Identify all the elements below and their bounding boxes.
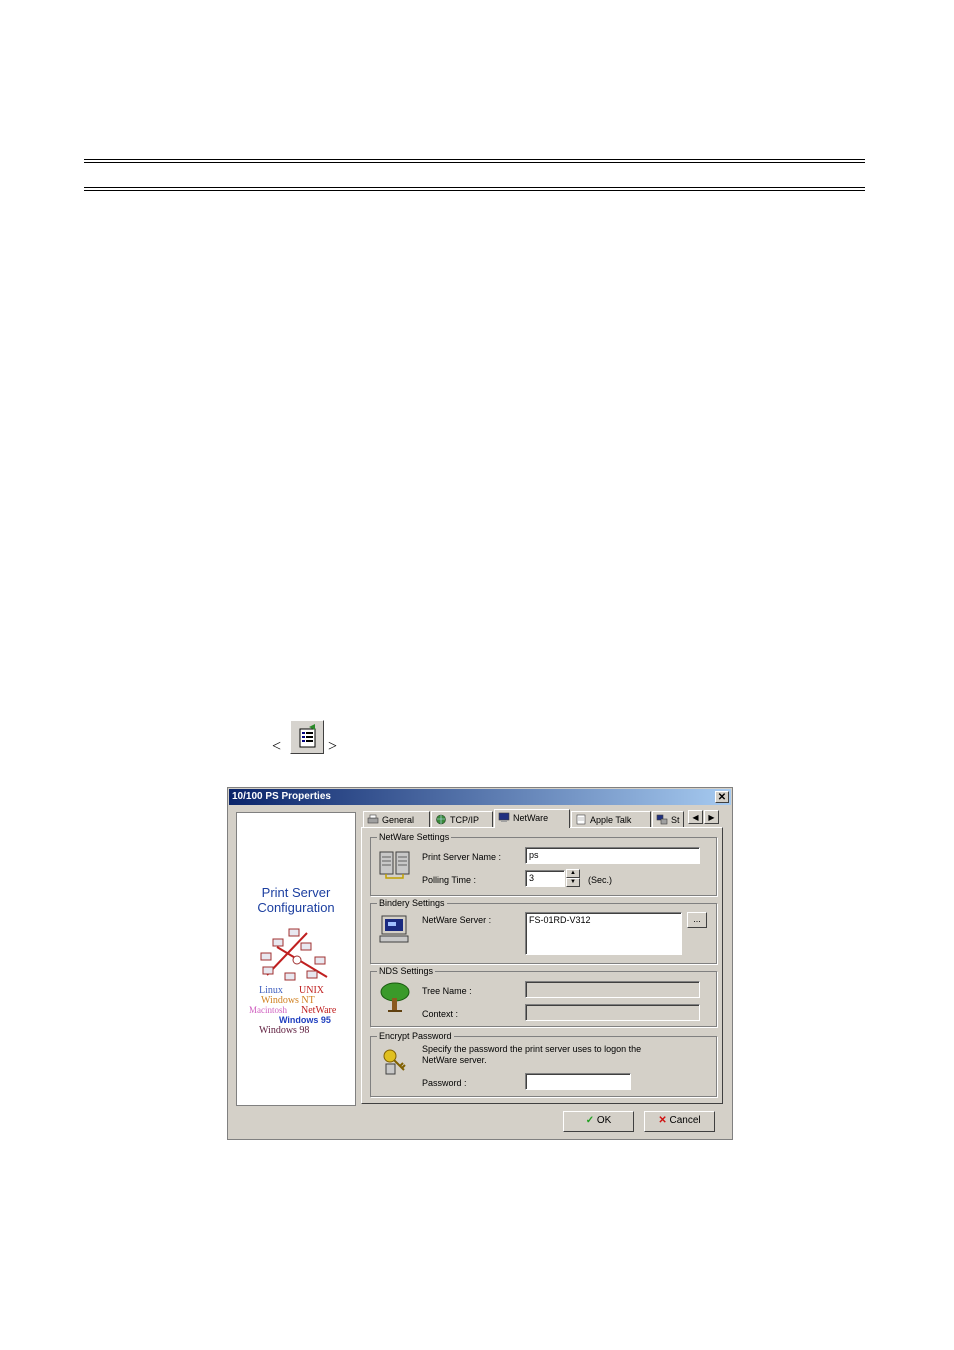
checkmark-icon: ✓ — [585, 1115, 595, 1126]
netware-server-list[interactable]: FS-01RD-V312 — [525, 912, 682, 955]
tree-icon — [380, 982, 410, 1012]
logo-panel: Print Server Configuration Linux UNIX Wi… — [236, 812, 356, 1106]
tab-general[interactable]: General — [363, 811, 430, 827]
cancel-x-icon: ✕ — [658, 1115, 667, 1126]
computer-icon — [498, 812, 510, 822]
polling-time-label: Polling Time : — [422, 875, 477, 885]
document-icon — [576, 814, 586, 825]
logo-title: Print Server Configuration — [257, 885, 335, 915]
context-input[interactable] — [525, 1004, 700, 1021]
tab-scroll-left-button[interactable]: ◀ — [688, 810, 703, 824]
tab-scroll-right-button[interactable]: ▶ — [704, 810, 719, 824]
printer-wrench-icon — [367, 814, 379, 824]
print-server-name-label: Print Server Name : — [422, 852, 502, 862]
properties-icon — [299, 724, 316, 748]
tab-tcpip[interactable]: TCP/IP — [431, 811, 493, 827]
close-icon: ✕ — [717, 792, 727, 803]
cancel-label: Cancel — [669, 1115, 701, 1126]
netware-settings-group: NetWare Settings Print Server Name : ps … — [370, 831, 717, 896]
password-input[interactable] — [525, 1073, 631, 1090]
bindery-settings-group: Bindery Settings NetWare Server : FS-01R… — [370, 897, 717, 964]
properties-toolbar-button[interactable] — [290, 720, 324, 754]
spin-down-button[interactable]: ▼ — [566, 878, 580, 887]
tab-apple-talk[interactable]: Apple Talk — [571, 811, 651, 827]
tab-netware[interactable]: NetWare — [494, 809, 570, 828]
dialog-title: 10/100 PS Properties — [232, 791, 331, 802]
browse-server-button[interactable]: ... — [687, 912, 707, 928]
polling-time-spinner[interactable]: ▲ ▼ — [566, 869, 580, 888]
network-icon — [656, 814, 668, 825]
top-rule — [84, 159, 865, 163]
netware-settings-legend: NetWare Settings — [377, 831, 452, 843]
context-label: Context : — [422, 1009, 459, 1019]
os-windows-95: Windows 95 — [279, 1015, 331, 1025]
bindery-settings-legend: Bindery Settings — [377, 897, 447, 909]
encrypt-description-line2: NetWare server. — [422, 1055, 487, 1065]
dialog-titlebar: 10/100 PS Properties ✕ — [229, 789, 731, 805]
netware-tab-panel: NetWare Settings Print Server Name : ps … — [361, 827, 723, 1104]
servers-icon — [379, 851, 410, 879]
nds-settings-group: NDS Settings Tree Name : Context : — [370, 965, 717, 1027]
password-label: Password : — [422, 1078, 467, 1088]
tab-st[interactable]: St — [652, 811, 684, 827]
cancel-button[interactable]: ✕ Cancel — [644, 1111, 715, 1132]
tree-name-input[interactable] — [525, 981, 700, 998]
encrypt-password-legend: Encrypt Password — [377, 1030, 454, 1042]
polling-time-input[interactable]: 3 — [525, 870, 565, 887]
network-graphic-icon — [260, 928, 328, 981]
ok-button[interactable]: ✓ OK — [563, 1111, 634, 1132]
nds-settings-legend: NDS Settings — [377, 965, 436, 977]
globe-icon — [436, 814, 446, 825]
properties-dialog: 10/100 PS Properties ✕ Print Server Conf… — [227, 787, 733, 1140]
ok-label: OK — [596, 1115, 612, 1126]
right-angle: > — [328, 738, 338, 755]
key-lock-icon — [383, 1049, 406, 1075]
computer-icon — [379, 915, 409, 943]
encrypt-password-group: Encrypt Password Specify the password th… — [370, 1030, 717, 1097]
print-server-name-input[interactable]: ps — [525, 847, 700, 864]
close-button[interactable]: ✕ — [715, 791, 729, 803]
netware-server-label: NetWare Server : — [422, 915, 492, 925]
os-windows-98: Windows 98 — [259, 1025, 310, 1036]
tree-name-label: Tree Name : — [422, 986, 472, 996]
left-angle: < — [272, 738, 282, 755]
polling-time-unit: (Sec.) — [588, 875, 613, 885]
second-rule — [84, 187, 865, 191]
os-macintosh: Macintosh — [249, 1005, 287, 1015]
spin-up-button[interactable]: ▲ — [566, 869, 580, 878]
